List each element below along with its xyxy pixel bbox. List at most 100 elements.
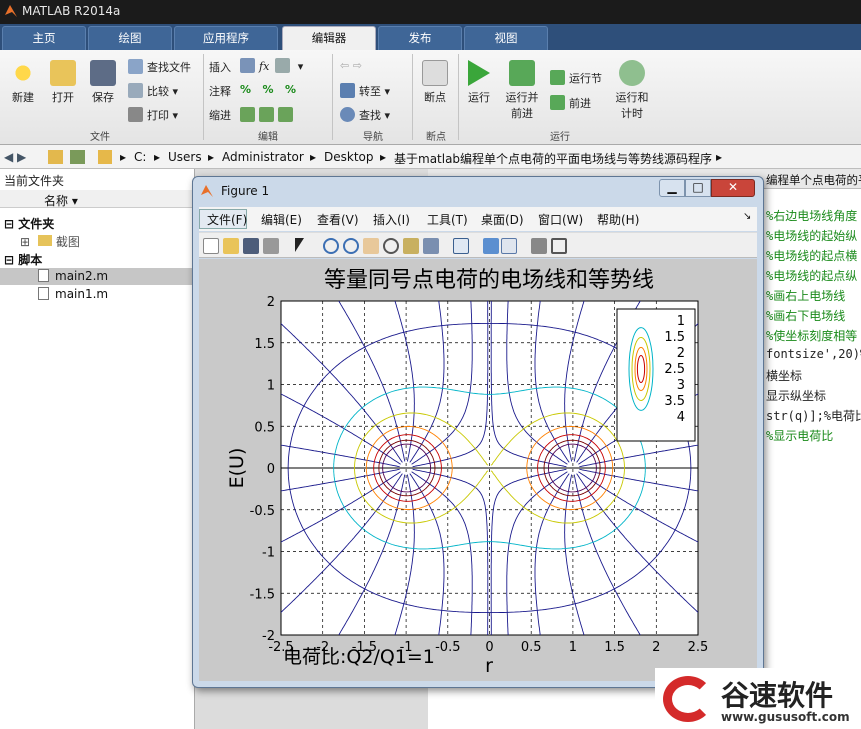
editor-tab[interactable]: 编程单个点电荷的平 <box>766 172 861 188</box>
goto-button[interactable]: 转至 ▾ <box>340 83 390 99</box>
file-main2[interactable]: main2.m <box>38 269 108 283</box>
back-arrow-icon[interactable]: ◀ ▶ <box>4 150 26 164</box>
run-and-advance-button[interactable]: 运行并 前进 <box>502 60 542 121</box>
zoom-out-icon[interactable] <box>343 238 359 254</box>
tab-apps[interactable]: 应用程序 <box>174 26 278 50</box>
y-tick-label: -1.5 <box>250 587 275 602</box>
zoom-in-icon[interactable] <box>323 238 339 254</box>
browse-folder-icon[interactable] <box>70 150 85 164</box>
current-folder-panel: 当前文件夹 名称 ▾ ⊟ 文件夹 ⊞ 截图 ⊟ 脚本 main2.m main1… <box>0 169 195 729</box>
legend-icon[interactable] <box>501 238 517 254</box>
folder-item-screenshots[interactable]: ⊞ 截图 <box>20 233 80 250</box>
folders-section[interactable]: ⊟ 文件夹 <box>4 215 54 232</box>
tab-publish[interactable]: 发布 <box>378 26 462 50</box>
run-time-icon <box>619 60 645 86</box>
menu-file[interactable]: 文件(F) <box>207 211 247 228</box>
compare-button[interactable]: 比较 ▾ <box>128 83 178 99</box>
new-figure-icon[interactable] <box>203 238 219 254</box>
breadcrumb-project[interactable]: 基于matlab编程单个点电荷的平面电场线与等势线源码程序 <box>394 150 712 167</box>
advance-button[interactable]: 前进 <box>550 95 591 111</box>
link-plot-icon[interactable] <box>453 238 469 254</box>
ribbon-tab-strip: 主页 绘图 应用程序 编辑器 发布 视图 <box>0 24 861 50</box>
column-header-name[interactable]: 名称 ▾ <box>44 192 78 209</box>
run-and-time-button[interactable]: 运行和 计时 <box>612 60 652 121</box>
breadcrumb-users[interactable]: Users <box>168 150 202 164</box>
menu-window[interactable]: 窗口(W) <box>538 211 583 228</box>
tab-view[interactable]: 视图 <box>464 26 548 50</box>
comment-percent-icon[interactable]: % % % <box>240 83 296 96</box>
y-tick-label: 0 <box>267 462 275 477</box>
back-forward-buttons[interactable]: ⇦ ⇨ <box>340 59 362 72</box>
matlab-logo-icon <box>199 183 215 199</box>
open-button[interactable]: 打开 <box>46 60 80 105</box>
legend[interactable]: 11.522.533.54 <box>616 308 696 442</box>
print-figure-icon[interactable] <box>263 238 279 254</box>
x-tick-label: 0.5 <box>521 640 542 655</box>
x-tick-label: 0 <box>485 640 493 655</box>
indent-button[interactable]: 缩进 <box>209 107 231 123</box>
print-icon <box>128 107 143 122</box>
rotate-3d-icon[interactable] <box>383 238 399 254</box>
figure-toolbar <box>199 232 757 258</box>
tab-plots[interactable]: 绘图 <box>88 26 172 50</box>
save-figure-icon[interactable] <box>243 238 259 254</box>
y-tick-label: -0.5 <box>250 504 275 519</box>
editor-ribbon: 新建 打开 保存 查找文件 比较 ▾ 打印 ▾ 插入 注释 缩进 fx ▾ % … <box>0 50 861 145</box>
code-line: %显示电荷比 <box>766 429 834 443</box>
print-button[interactable]: 打印 ▾ <box>128 107 178 123</box>
scripts-section[interactable]: ⊟ 脚本 <box>4 251 42 268</box>
minimize-icon[interactable]: ▁ <box>659 179 685 197</box>
comment-button[interactable]: 注释 <box>209 83 231 99</box>
run-section-button[interactable]: 运行节 <box>550 70 602 86</box>
find-files-button[interactable]: 查找文件 <box>128 59 191 75</box>
run-advance-icon <box>509 60 535 86</box>
pan-hand-icon[interactable] <box>363 238 379 254</box>
dock-arrow-icon[interactable]: ↘ <box>743 211 751 222</box>
new-button[interactable]: 新建 <box>6 60 40 105</box>
close-icon[interactable]: ✕ <box>711 179 755 197</box>
tab-home[interactable]: 主页 <box>2 26 86 50</box>
breadcrumb-administrator[interactable]: Administrator <box>222 150 304 164</box>
menu-view[interactable]: 查看(V) <box>317 211 359 228</box>
run-button[interactable]: 运行 <box>462 60 496 105</box>
run-icon <box>468 60 490 86</box>
brush-icon[interactable] <box>423 238 439 254</box>
breadcrumb-c[interactable]: C: <box>134 150 146 164</box>
insert-button[interactable]: 插入 <box>209 59 231 75</box>
data-cursor-icon[interactable] <box>403 238 419 254</box>
contour-chart[interactable]: 等量同号点电荷的电场线和等势线 -2.5 -2 -1.5 -1 -0.5 0 0.5 1 1.5… <box>199 259 757 681</box>
code-line: %电场线的起始纵 <box>766 229 858 243</box>
hide-plot-tools-icon[interactable] <box>531 238 547 254</box>
insert-icons[interactable]: fx ▾ <box>240 58 303 73</box>
open-file-icon[interactable] <box>223 238 239 254</box>
figure-canvas[interactable]: 等量同号点电荷的电场线和等势线 -2.5 -2 -1.5 -1 -0.5 0 0.5 1 1.5… <box>199 259 757 681</box>
colorbar-icon[interactable] <box>483 238 499 254</box>
code-line: %使坐标刻度相等 <box>766 329 858 343</box>
breadcrumb-desktop[interactable]: Desktop <box>324 150 374 164</box>
file-main1[interactable]: main1.m <box>38 287 108 301</box>
indent-icons[interactable] <box>240 107 297 122</box>
app-title-bar: MATLAB R2014a <box>0 0 861 24</box>
breakpoints-button[interactable]: 断点 <box>418 60 452 105</box>
up-folder-icon[interactable] <box>48 150 63 164</box>
code-line: %电场线的起点纵 <box>766 269 858 283</box>
matlab-logo-icon <box>5 5 17 17</box>
menu-desktop[interactable]: 桌面(D) <box>481 211 524 228</box>
menu-tools[interactable]: 工具(T) <box>427 211 468 228</box>
find-button[interactable]: 查找 ▾ <box>340 107 390 123</box>
y-tick-label: 2 <box>267 295 275 310</box>
menu-insert[interactable]: 插入(I) <box>373 211 410 228</box>
maximize-icon[interactable]: □ <box>685 179 711 197</box>
tab-editor[interactable]: 编辑器 <box>282 26 376 50</box>
legend-entry: 4 <box>677 410 685 425</box>
pointer-icon[interactable] <box>295 238 304 252</box>
save-icon <box>90 60 116 86</box>
show-plot-tools-icon[interactable] <box>551 238 567 254</box>
menu-edit[interactable]: 编辑(E) <box>261 211 302 228</box>
watermark-logo-icon <box>663 676 713 722</box>
figure-title: Figure 1 <box>221 184 270 198</box>
folder-icon <box>37 235 52 246</box>
save-button[interactable]: 保存 <box>86 60 120 105</box>
menu-help[interactable]: 帮助(H) <box>597 211 639 228</box>
m-file-icon <box>38 287 49 300</box>
